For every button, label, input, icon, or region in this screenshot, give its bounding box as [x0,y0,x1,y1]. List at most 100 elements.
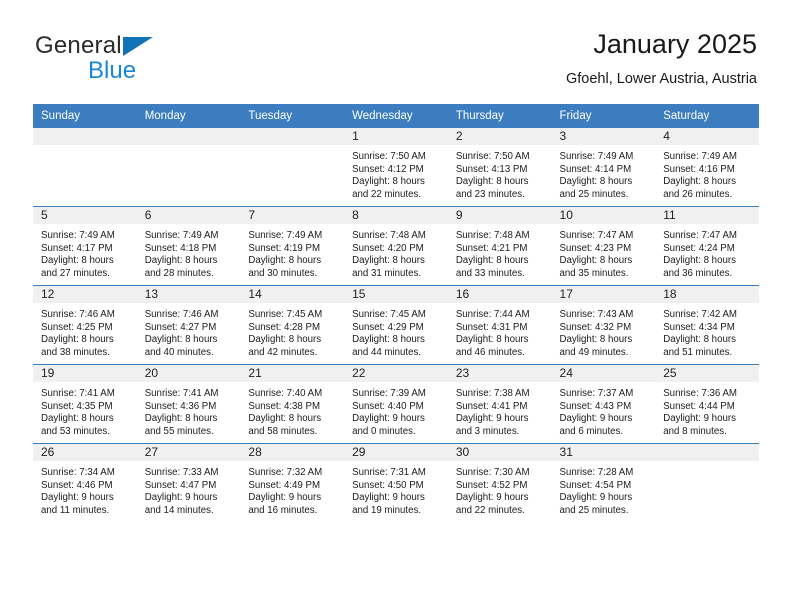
day-cell[interactable]: 20 Sunrise: 7:41 AM Sunset: 4:36 PM Dayl… [136,364,241,444]
day-cell-empty [655,443,759,522]
day-cell[interactable]: 18 Sunrise: 7:42 AM Sunset: 4:34 PM Dayl… [655,285,759,365]
day-cell[interactable]: 29 Sunrise: 7:31 AM Sunset: 4:50 PM Dayl… [344,443,448,522]
day-cell[interactable]: 5 Sunrise: 7:49 AM Sunset: 4:17 PM Dayli… [33,206,137,286]
day-details: Sunrise: 7:46 AM Sunset: 4:27 PM Dayligh… [137,303,241,359]
day-cell[interactable]: 2 Sunrise: 7:50 AM Sunset: 4:13 PM Dayli… [447,128,552,207]
daylight-text-line2: and 25 minutes. [559,188,629,200]
day-details: Sunrise: 7:42 AM Sunset: 4:34 PM Dayligh… [655,303,759,359]
day-cell[interactable]: 10 Sunrise: 7:47 AM Sunset: 4:23 PM Dayl… [551,206,656,286]
weekday-header-monday: Monday [136,104,241,128]
day-details: Sunrise: 7:50 AM Sunset: 4:13 PM Dayligh… [448,145,552,201]
daylight-text-line1: Daylight: 8 hours [455,255,529,267]
day-cell[interactable]: 12 Sunrise: 7:46 AM Sunset: 4:25 PM Dayl… [33,285,137,365]
daylight-text-line1: Daylight: 9 hours [352,413,425,425]
sunrise-text: Sunrise: 7:31 AM [352,467,426,478]
day-cell[interactable]: 17 Sunrise: 7:43 AM Sunset: 4:32 PM Dayl… [551,285,656,365]
daylight-text-line2: and 27 minutes. [41,267,110,279]
sunset-text: Sunset: 4:32 PM [559,321,632,333]
day-details: Sunrise: 7:41 AM Sunset: 4:36 PM Dayligh… [137,382,241,438]
day-cell[interactable]: 7 Sunrise: 7:49 AM Sunset: 4:19 PM Dayli… [240,206,345,286]
daylight-text-line2: and 40 minutes. [144,346,214,358]
day-cell[interactable]: 9 Sunrise: 7:48 AM Sunset: 4:21 PM Dayli… [447,206,552,286]
calendar-week-row: 1 Sunrise: 7:50 AM Sunset: 4:12 PM Dayli… [33,128,759,207]
day-number: 22 [344,365,448,382]
day-details: Sunrise: 7:49 AM Sunset: 4:17 PM Dayligh… [33,224,137,280]
day-details: Sunrise: 7:47 AM Sunset: 4:24 PM Dayligh… [655,224,759,280]
day-cell[interactable]: 4 Sunrise: 7:49 AM Sunset: 4:16 PM Dayli… [655,128,759,207]
daylight-text-line1: Daylight: 8 hours [559,255,633,267]
daylight-text-line1: Daylight: 8 hours [352,334,425,346]
day-cell[interactable]: 31 Sunrise: 7:28 AM Sunset: 4:54 PM Dayl… [551,443,656,522]
daylight-text-line2: and 3 minutes. [455,425,520,437]
daylight-text-line1: Daylight: 9 hours [144,492,218,504]
day-cell[interactable]: 27 Sunrise: 7:33 AM Sunset: 4:47 PM Dayl… [136,443,241,522]
day-details: Sunrise: 7:38 AM Sunset: 4:41 PM Dayligh… [448,382,552,438]
daylight-text-line1: Daylight: 9 hours [248,492,322,504]
day-number: 31 [551,444,656,461]
weekday-header-saturday: Saturday [655,104,759,128]
daylight-text-line1: Daylight: 8 hours [455,334,529,346]
day-cell[interactable]: 22 Sunrise: 7:39 AM Sunset: 4:40 PM Dayl… [344,364,448,444]
page-title: January 2025 [593,29,757,59]
day-cell[interactable]: 25 Sunrise: 7:36 AM Sunset: 4:44 PM Dayl… [655,364,759,444]
day-cell[interactable]: 30 Sunrise: 7:30 AM Sunset: 4:52 PM Dayl… [447,443,552,522]
day-cell[interactable]: 26 Sunrise: 7:34 AM Sunset: 4:46 PM Dayl… [33,443,137,522]
sunset-text: Sunset: 4:36 PM [144,400,217,412]
sunrise-text: Sunrise: 7:49 AM [144,230,219,241]
sunrise-text: Sunrise: 7:41 AM [144,388,219,399]
day-details: Sunrise: 7:43 AM Sunset: 4:32 PM Dayligh… [552,303,656,359]
day-number [655,444,759,461]
day-details: Sunrise: 7:48 AM Sunset: 4:20 PM Dayligh… [344,224,448,280]
day-cell[interactable]: 21 Sunrise: 7:40 AM Sunset: 4:38 PM Dayl… [240,364,345,444]
day-number: 7 [240,207,345,224]
weekday-header-tuesday: Tuesday [240,104,345,128]
day-cell-empty [33,128,137,207]
logo-text-general: General [35,32,122,59]
day-cell[interactable]: 19 Sunrise: 7:41 AM Sunset: 4:35 PM Dayl… [33,364,137,444]
day-details: Sunrise: 7:49 AM Sunset: 4:16 PM Dayligh… [655,145,759,201]
day-number: 6 [136,207,241,224]
day-cell[interactable]: 23 Sunrise: 7:38 AM Sunset: 4:41 PM Dayl… [447,364,552,444]
calendar-week-row: 19 Sunrise: 7:41 AM Sunset: 4:35 PM Dayl… [33,364,759,444]
daylight-text-line2: and 36 minutes. [663,267,733,279]
daylight-text-line1: Daylight: 9 hours [41,492,114,504]
sunrise-text: Sunrise: 7:47 AM [663,230,737,241]
day-number [136,128,241,145]
day-number: 9 [447,207,552,224]
day-number: 10 [551,207,656,224]
day-details: Sunrise: 7:45 AM Sunset: 4:29 PM Dayligh… [344,303,448,359]
sunset-text: Sunset: 4:13 PM [455,163,528,175]
sunset-text: Sunset: 4:54 PM [559,479,632,491]
page-header: General Blue January 2025 Gfoehl, Lower … [0,0,792,87]
daylight-text-line1: Daylight: 8 hours [559,176,633,188]
day-number: 11 [655,207,759,224]
daylight-text-line2: and 31 minutes. [352,267,422,279]
daylight-text-line2: and 51 minutes. [663,346,733,358]
day-cell[interactable]: 28 Sunrise: 7:32 AM Sunset: 4:49 PM Dayl… [240,443,345,522]
daylight-text-line1: Daylight: 8 hours [248,255,322,267]
daylight-text-line2: and 38 minutes. [41,346,110,358]
day-cell[interactable]: 14 Sunrise: 7:45 AM Sunset: 4:28 PM Dayl… [240,285,345,365]
day-cell[interactable]: 6 Sunrise: 7:49 AM Sunset: 4:18 PM Dayli… [136,206,241,286]
day-cell[interactable]: 16 Sunrise: 7:44 AM Sunset: 4:31 PM Dayl… [447,285,552,365]
day-number: 14 [240,286,345,303]
day-cell[interactable]: 11 Sunrise: 7:47 AM Sunset: 4:24 PM Dayl… [655,206,759,286]
sunrise-text: Sunrise: 7:37 AM [559,388,634,399]
day-cell[interactable]: 3 Sunrise: 7:49 AM Sunset: 4:14 PM Dayli… [551,128,656,207]
day-cell[interactable]: 8 Sunrise: 7:48 AM Sunset: 4:20 PM Dayli… [344,206,448,286]
day-cell[interactable]: 1 Sunrise: 7:50 AM Sunset: 4:12 PM Dayli… [344,128,448,207]
daylight-text-line2: and 8 minutes. [663,425,727,437]
calendar-week-row: 5 Sunrise: 7:49 AM Sunset: 4:17 PM Dayli… [33,206,759,286]
sunrise-text: Sunrise: 7:48 AM [455,230,530,241]
day-details: Sunrise: 7:40 AM Sunset: 4:38 PM Dayligh… [240,382,344,438]
day-cell[interactable]: 13 Sunrise: 7:46 AM Sunset: 4:27 PM Dayl… [136,285,241,365]
daylight-text-line2: and 14 minutes. [144,504,214,516]
sunrise-text: Sunrise: 7:48 AM [352,230,426,241]
day-cell[interactable]: 24 Sunrise: 7:37 AM Sunset: 4:43 PM Dayl… [551,364,656,444]
day-cell[interactable]: 15 Sunrise: 7:45 AM Sunset: 4:29 PM Dayl… [344,285,448,365]
sunset-text: Sunset: 4:17 PM [41,242,113,254]
calendar-week-row: 12 Sunrise: 7:46 AM Sunset: 4:25 PM Dayl… [33,285,759,365]
general-blue-logo: General Blue [35,32,215,84]
sunset-text: Sunset: 4:46 PM [41,479,113,491]
sunrise-text: Sunrise: 7:50 AM [352,151,426,162]
